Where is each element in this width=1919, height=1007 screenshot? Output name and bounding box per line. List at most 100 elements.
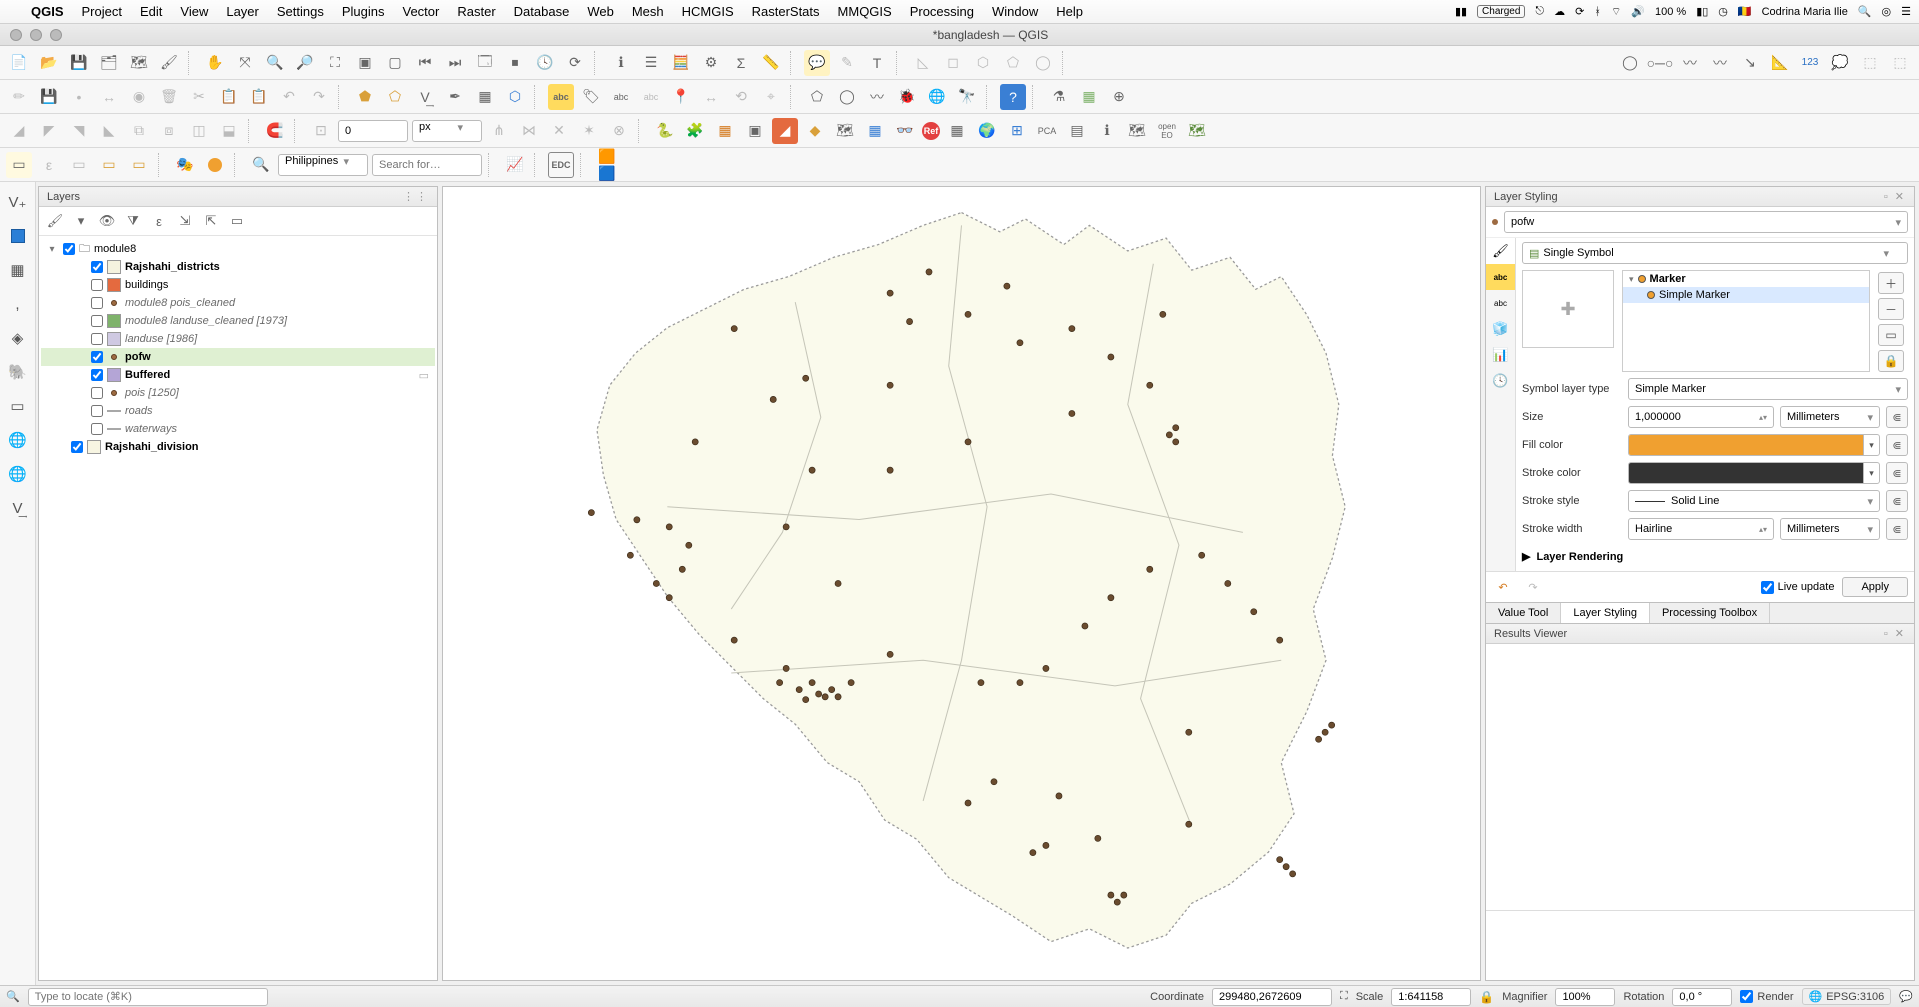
live-update-toggle[interactable]: Live update	[1761, 581, 1835, 594]
curve2-icon[interactable]: 〰	[1707, 50, 1733, 76]
fill-override-button[interactable]: ⋐	[1886, 434, 1908, 456]
poly-fill-icon[interactable]: ⬟	[352, 84, 378, 110]
panel-tab-value-tool[interactable]: Value Tool	[1486, 603, 1561, 623]
layer-checkbox[interactable]	[91, 351, 103, 363]
tree-layer-row[interactable]: pofw	[41, 348, 435, 366]
temporal-button[interactable]: 🕓	[532, 50, 558, 76]
stroke-width-input[interactable]: Hairline▴▾	[1628, 518, 1774, 540]
label-settings-icon[interactable]: 🏷	[578, 84, 604, 110]
user-name[interactable]: Codrina Maria Ilie	[1762, 6, 1848, 18]
plugin-9-icon[interactable]: ▤	[1064, 118, 1090, 144]
select-poly-icon[interactable]: ⬠	[804, 84, 830, 110]
open-eo-icon[interactable]: openEO	[1154, 118, 1180, 144]
zoom-window-icon[interactable]	[50, 29, 62, 41]
layer-checkbox[interactable]	[91, 387, 103, 399]
layer-checkbox[interactable]	[91, 279, 103, 291]
invert-selection-button[interactable]: ▭	[126, 152, 152, 178]
toolbox-button[interactable]: ⚙	[698, 50, 724, 76]
zoom-in-button[interactable]: 🔍	[262, 50, 288, 76]
scale-input[interactable]	[1391, 988, 1471, 1006]
plugin-6-icon[interactable]: 🗺	[832, 118, 858, 144]
label-icon[interactable]: abc	[548, 84, 574, 110]
cloud-icon[interactable]: ☁︎	[1554, 5, 1565, 18]
clock-icon[interactable]: ◷	[1718, 5, 1728, 18]
lock-icon[interactable]: 🔒	[1479, 990, 1494, 1004]
field-calc-button[interactable]: 🧮	[668, 50, 694, 76]
stroke-color-button[interactable]: ▾	[1628, 462, 1880, 484]
donut-icon[interactable]: ◯	[1617, 50, 1643, 76]
new-3d-view-button[interactable]: ⏹	[502, 50, 528, 76]
layer-collapse-icon[interactable]: ⇱	[201, 211, 221, 231]
tree-layer-row[interactable]: roads	[41, 402, 435, 420]
plugin-4-icon[interactable]: ◢	[772, 118, 798, 144]
layer-style-icon[interactable]: 🖌	[45, 211, 65, 231]
plugin-2-icon[interactable]: ▦	[712, 118, 738, 144]
results-detail[interactable]	[1486, 910, 1914, 980]
zoom-next-button[interactable]: ⏭	[442, 50, 468, 76]
app-menu[interactable]: QGIS	[22, 4, 73, 19]
select-features-button[interactable]: ▭	[6, 152, 32, 178]
dropbox-icon[interactable]: ⎋	[1535, 5, 1544, 18]
menu-help[interactable]: Help	[1047, 4, 1092, 19]
add-mssql-icon[interactable]: ▭	[4, 392, 32, 420]
notifications-icon[interactable]: ☰	[1901, 5, 1911, 18]
traffic-lights[interactable]	[0, 29, 62, 41]
globe-icon[interactable]: 🌐	[924, 84, 950, 110]
lock-symbol-button[interactable]: 🔒	[1878, 350, 1904, 372]
add-virtual-icon[interactable]: V͢	[4, 494, 32, 522]
layer-funnel-icon[interactable]: ⧩	[123, 211, 143, 231]
zoom-full-button[interactable]: ⛶	[322, 50, 348, 76]
labels-tab-icon[interactable]: abc	[1486, 264, 1515, 290]
volume-icon[interactable]: 🔊	[1631, 5, 1645, 18]
info-icon[interactable]: ℹ	[1094, 118, 1120, 144]
crs-button[interactable]: 🌐EPSG:3106	[1802, 988, 1892, 1005]
buffer-icon[interactable]: ▦	[472, 84, 498, 110]
zoom-selection-button[interactable]: ▣	[352, 50, 378, 76]
menu-raster[interactable]: Raster	[448, 4, 504, 19]
history-tab-icon[interactable]: 🕓	[1486, 368, 1515, 394]
menu-web[interactable]: Web	[578, 4, 623, 19]
plugin-5-icon[interactable]: ◆	[802, 118, 828, 144]
bluetooth-icon[interactable]: ᚼ	[1594, 6, 1601, 18]
mask-icon[interactable]: 🎭	[172, 152, 198, 178]
map-tips-button[interactable]: 💬	[804, 50, 830, 76]
new-project-button[interactable]: 📄	[6, 50, 32, 76]
curve-icon[interactable]: 〰	[1677, 50, 1703, 76]
target-icon[interactable]: ⊕	[1106, 84, 1132, 110]
pen-icon[interactable]: ✒	[442, 84, 468, 110]
edit-toggle-button[interactable]: ✏	[6, 84, 32, 110]
rotation-input[interactable]	[1672, 988, 1732, 1006]
stroke-style-select[interactable]: Solid Line▾	[1628, 490, 1880, 512]
edc-icon[interactable]: EDC	[548, 152, 574, 178]
label-off-icon[interactable]: abc	[638, 84, 664, 110]
menu-window[interactable]: Window	[983, 4, 1047, 19]
ref-icon[interactable]: Ref	[922, 122, 940, 140]
layer-eye-icon[interactable]: 👁	[97, 211, 117, 231]
tree-layer-row[interactable]: buildings	[41, 276, 435, 294]
voronoi-icon[interactable]: ⬡	[502, 84, 528, 110]
coordinate-input[interactable]	[1212, 988, 1332, 1006]
topo-4[interactable]: ✶	[576, 118, 602, 144]
save-as-button[interactable]: 🗂	[96, 50, 122, 76]
topo-5[interactable]: ⊗	[606, 118, 632, 144]
print-layout-button[interactable]: 🗺	[126, 50, 152, 76]
group-checkbox[interactable]	[63, 243, 75, 255]
render-toggle[interactable]: Render	[1740, 990, 1793, 1003]
tree-layer-row[interactable]: Buffered▭	[41, 366, 435, 384]
chart-icon[interactable]: 📈	[502, 152, 528, 178]
menu-plugins[interactable]: Plugins	[333, 4, 394, 19]
select-all-button[interactable]: ▭	[96, 152, 122, 178]
styling-layer-selector[interactable]: pofw▾	[1486, 207, 1914, 238]
stroke-width-override-button[interactable]: ⋐	[1886, 518, 1908, 540]
layer-checkbox[interactable]	[91, 405, 103, 417]
pan-button[interactable]: ✋	[202, 50, 228, 76]
stroke-color-override-button[interactable]: ⋐	[1886, 462, 1908, 484]
size-override-button[interactable]: ⋐	[1886, 406, 1908, 428]
globe2-icon[interactable]: 🌍	[974, 118, 1000, 144]
duplicate-symbol-button[interactable]: ▭	[1878, 324, 1904, 346]
zoom-out-button[interactable]: 🔎	[292, 50, 318, 76]
topo-1[interactable]: ⋔	[486, 118, 512, 144]
magnet-icon[interactable]: 🧲	[262, 118, 288, 144]
tree-layer-row[interactable]: Rajshahi_districts	[41, 258, 435, 276]
fill-color-button[interactable]: ▾	[1628, 434, 1880, 456]
